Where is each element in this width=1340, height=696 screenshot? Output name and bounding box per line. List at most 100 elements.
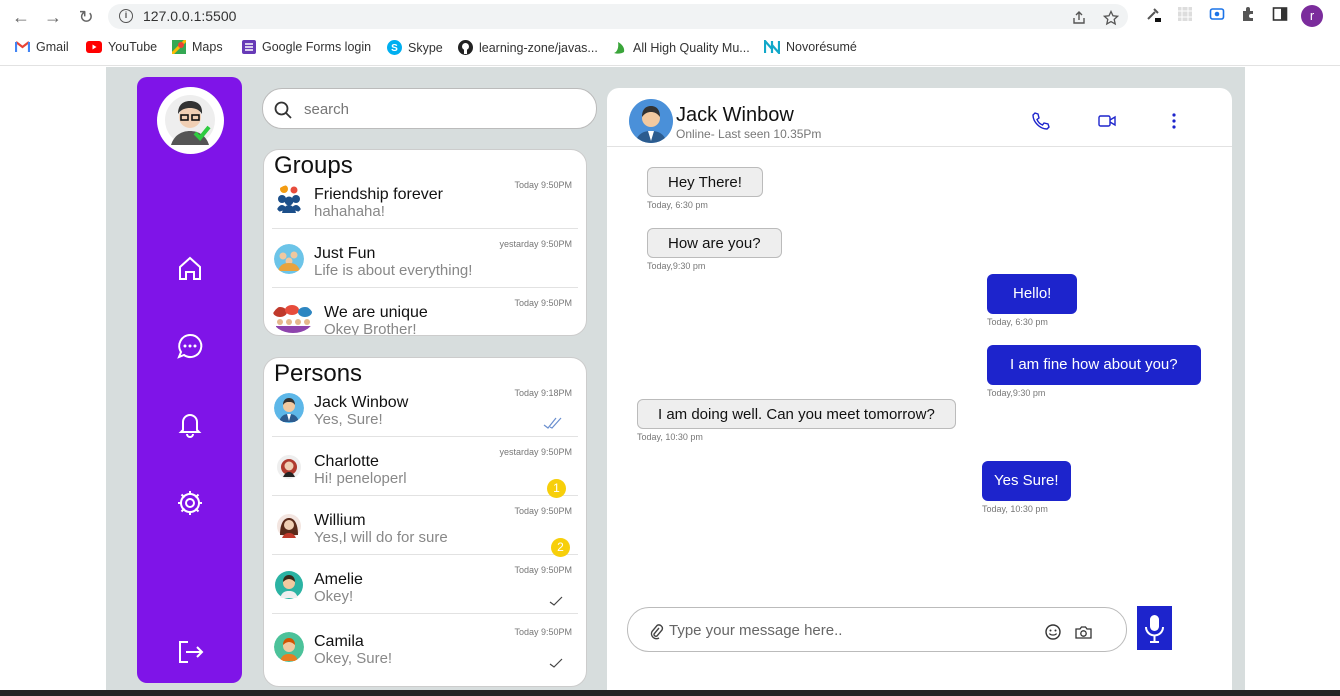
logout-icon[interactable] xyxy=(175,637,205,667)
outgoing-message: I am fine how about you? xyxy=(987,345,1201,385)
video-call-icon[interactable] xyxy=(1097,111,1117,131)
group-unique-avatar xyxy=(273,305,312,333)
emoji-icon[interactable] xyxy=(1045,624,1061,640)
bookmark-star-icon[interactable] xyxy=(1103,10,1119,26)
group-row[interactable]: We are unique Okey Brother! Today 9:50PM xyxy=(272,288,578,335)
person-row[interactable]: Camila Okey, Sure! Today 9:50PM xyxy=(272,617,578,676)
share-icon[interactable] xyxy=(1071,10,1087,26)
message-time: Today,9:30 pm xyxy=(647,261,706,271)
person-row[interactable]: Amelie Okey! Today 9:50PM xyxy=(272,555,578,614)
bookmark-label: Skype xyxy=(408,40,443,55)
voice-record-button[interactable] xyxy=(1137,606,1172,650)
address-url[interactable]: 127.0.0.1:5500 xyxy=(143,8,236,24)
person-name: Jack Winbow xyxy=(314,394,409,411)
person-time: Today 9:50PM xyxy=(514,506,572,516)
groups-panel: Groups Friendship forever hahahaha! Toda… xyxy=(263,149,587,336)
maps-icon xyxy=(172,40,186,54)
bookmark-music[interactable]: All High Quality Mu... xyxy=(612,40,750,55)
music-icon xyxy=(614,42,625,54)
app-page: search Groups Friendship forever hahahah… xyxy=(106,67,1245,692)
bookmark-github[interactable]: learning-zone/javas... xyxy=(458,40,598,55)
camera-icon[interactable] xyxy=(1075,625,1092,639)
person-row[interactable]: Jack Winbow Yes, Sure! Today 9:18PM xyxy=(272,378,578,437)
phone-call-icon[interactable] xyxy=(1031,111,1051,131)
message-composer[interactable]: Type your message here.. xyxy=(627,607,1127,652)
more-options-icon[interactable] xyxy=(1164,111,1184,131)
extensions-puzzle-icon[interactable] xyxy=(1238,6,1258,26)
home-icon[interactable] xyxy=(175,253,205,283)
forms-icon xyxy=(242,40,256,54)
site-info-icon[interactable]: i xyxy=(119,9,133,23)
bookmark-skype[interactable]: S Skype xyxy=(387,40,443,55)
screen-record-icon[interactable] xyxy=(1207,6,1227,26)
eyedropper-icon[interactable] xyxy=(1143,6,1163,26)
sidebar xyxy=(137,77,242,683)
search-box[interactable]: search xyxy=(262,88,597,129)
message-time: Today,9:30 pm xyxy=(987,388,1046,398)
persons-panel: Persons Jack Winbow Yes, Sure! Today 9:1… xyxy=(263,357,587,687)
user-avatar-icon xyxy=(165,95,215,145)
user-avatar[interactable] xyxy=(157,87,224,154)
bookmark-label: Google Forms login xyxy=(262,40,372,54)
bookmark-youtube[interactable]: YouTube xyxy=(86,40,157,54)
address-bar[interactable]: i 127.0.0.1:5500 xyxy=(108,4,1128,29)
reload-icon[interactable]: ↻ xyxy=(75,6,97,28)
group-name: Friendship forever xyxy=(314,186,443,203)
outgoing-message: Yes Sure! xyxy=(982,461,1071,501)
side-panel-icon[interactable] xyxy=(1270,6,1290,26)
person-time: Today 9:18PM xyxy=(514,388,572,398)
group-name: Just Fun xyxy=(314,245,376,262)
bookmark-label: Novorésumé xyxy=(786,40,857,54)
settings-gear-icon[interactable] xyxy=(175,488,205,518)
attach-icon[interactable] xyxy=(648,622,664,640)
search-input[interactable]: search xyxy=(304,101,349,118)
person-time: Today 9:50PM xyxy=(514,627,572,637)
bookmark-forms[interactable]: Google Forms login xyxy=(242,40,371,54)
amelie-avatar xyxy=(275,571,303,599)
bookmark-novoresume[interactable]: Novorésumé xyxy=(764,40,857,54)
person-last-message: Okey, Sure! xyxy=(314,650,393,667)
person-last-message: Okey! xyxy=(314,588,354,605)
person-name: Amelie xyxy=(314,571,363,588)
group-last-message: Life is about everything! xyxy=(314,262,473,279)
group-time: Today 9:50PM xyxy=(514,298,572,308)
message-input[interactable]: Type your message here.. xyxy=(669,622,842,639)
bookmark-label: YouTube xyxy=(108,40,158,54)
novoresume-icon xyxy=(764,40,780,54)
contact-status: Online- Last seen 10.35Pm xyxy=(676,127,822,141)
outgoing-message: Hello! xyxy=(987,274,1078,314)
willium-avatar xyxy=(277,514,301,538)
back-icon[interactable]: ← xyxy=(10,6,32,28)
browser-toolbar: ← → ↻ i 127.0.0.1:5500 r xyxy=(0,0,1340,33)
gmail-icon xyxy=(15,41,30,52)
person-last-message: Hi! peneloperl xyxy=(314,470,407,487)
incoming-message: I am doing well. Can you meet tomorrow? xyxy=(637,399,956,429)
bookmark-maps[interactable]: Maps xyxy=(172,40,223,54)
person-time: yestarday 9:50PM xyxy=(499,447,572,457)
group-friendship-avatar xyxy=(276,185,302,213)
bookmark-gmail[interactable]: Gmail xyxy=(15,40,69,54)
github-icon xyxy=(458,40,473,55)
profile-avatar[interactable]: r xyxy=(1301,5,1323,27)
jack-avatar xyxy=(274,393,304,423)
group-row[interactable]: Just Fun Life is about everything! yesta… xyxy=(272,229,578,288)
chat-window: Jack Winbow Online- Last seen 10.35Pm He… xyxy=(607,88,1232,692)
bookmarks-bar: Gmail YouTube Maps Google Forms login S … xyxy=(0,33,1340,66)
bookmark-label: Maps xyxy=(192,40,223,54)
check-icon xyxy=(549,596,563,606)
chat-icon[interactable] xyxy=(175,331,205,361)
bookmark-label: learning-zone/javas... xyxy=(479,40,598,55)
taskbar-edge xyxy=(0,690,1340,696)
person-name: Willium xyxy=(314,512,366,529)
person-last-message: Yes, Sure! xyxy=(314,411,383,428)
extension-grid-icon[interactable] xyxy=(1175,6,1195,26)
search-icon xyxy=(274,101,292,119)
person-row[interactable]: Willium Yes,I will do for sure Today 9:5… xyxy=(272,496,578,557)
forward-icon[interactable]: → xyxy=(42,6,64,28)
bell-icon[interactable] xyxy=(175,409,205,439)
group-row[interactable]: Friendship forever hahahaha! Today 9:50P… xyxy=(272,170,578,229)
person-row[interactable]: Charlotte Hi! peneloperl yestarday 9:50P… xyxy=(272,437,578,498)
contact-avatar[interactable] xyxy=(629,99,673,143)
bookmark-label: Gmail xyxy=(36,40,69,54)
message-time: Today, 6:30 pm xyxy=(987,317,1048,327)
